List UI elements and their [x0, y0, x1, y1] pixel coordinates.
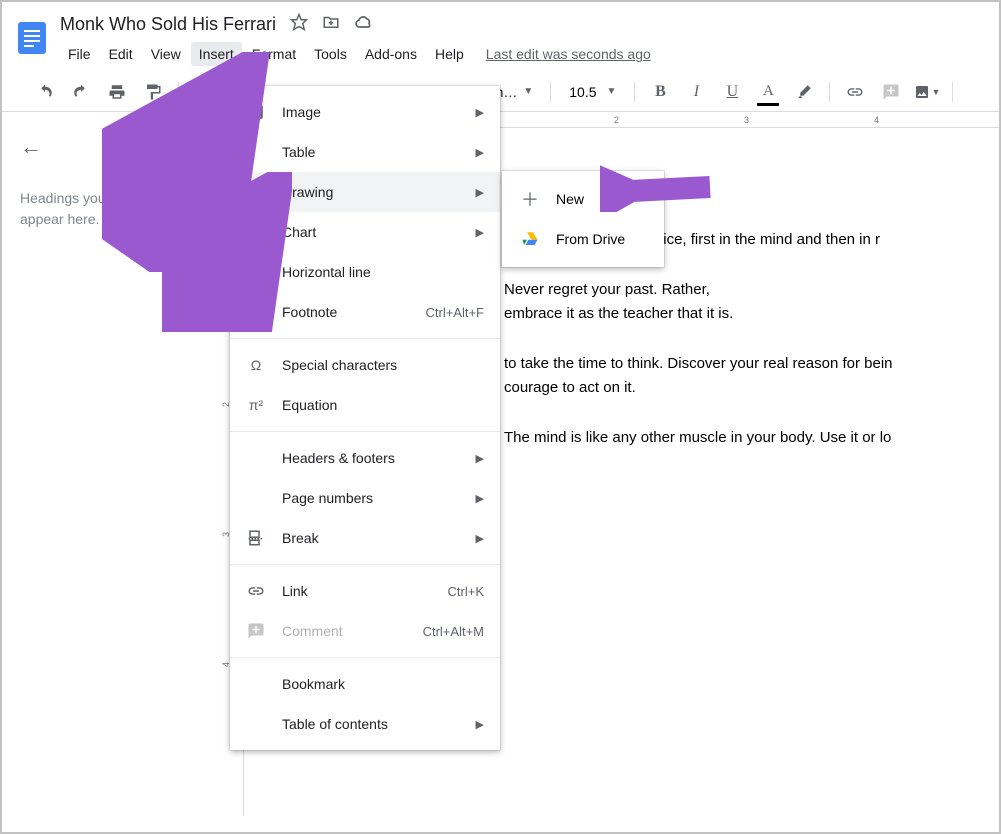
chevron-right-icon: ▶	[476, 106, 484, 119]
insert-equation-item[interactable]: π²Equation	[230, 385, 500, 425]
body-text: Never regret your past. Rather,	[504, 278, 999, 302]
font-size-selector[interactable]: 10.5▼	[563, 82, 622, 102]
chevron-right-icon: ▶	[476, 186, 484, 199]
menu-view[interactable]: View	[143, 42, 189, 66]
collapse-outline-icon[interactable]: ←	[20, 134, 204, 160]
italic-button[interactable]: I	[683, 79, 709, 105]
insert-comment-item: CommentCtrl+Alt+M	[230, 611, 500, 651]
menu-addons[interactable]: Add-ons	[357, 42, 425, 66]
body-text: The mind is like any other muscle in you…	[504, 426, 999, 450]
insert-table-item[interactable]: Table▶	[230, 132, 500, 172]
font-size-value: 10.5	[569, 84, 596, 100]
submenu-label: New	[556, 191, 584, 207]
outline-placeholder: Headings you add to thappear here.	[20, 188, 204, 230]
plus-icon: ＋	[520, 189, 540, 209]
insert-link-item[interactable]: LinkCtrl+K	[230, 571, 500, 611]
doc-title[interactable]: Monk Who Sold His Ferrari	[60, 14, 276, 35]
link-icon	[246, 581, 266, 601]
drawing-submenu: ＋ New From Drive	[502, 171, 664, 267]
body-text: embrace it as the teacher that it is.	[504, 302, 999, 326]
outline-sidebar: ← Headings you add to thappear here.	[2, 112, 222, 816]
insert-image-button[interactable]: ▼	[914, 79, 940, 105]
menu-tools[interactable]: Tools	[306, 42, 355, 66]
image-icon	[246, 102, 266, 122]
format-paint-button[interactable]	[140, 79, 166, 105]
chevron-right-icon: ▶	[476, 532, 484, 545]
print-button[interactable]	[104, 79, 130, 105]
menu-edit[interactable]: Edit	[101, 42, 141, 66]
underline-button[interactable]: U	[719, 79, 745, 105]
insert-special-item[interactable]: ΩSpecial characters	[230, 345, 500, 385]
insert-image-item[interactable]: Image▶	[230, 92, 500, 132]
highlight-button[interactable]	[791, 79, 817, 105]
body-text: to take the time to think. Discover your…	[504, 352, 999, 376]
cloud-status-icon[interactable]	[354, 12, 374, 37]
insert-toc-item[interactable]: Table of contents▶	[230, 704, 500, 744]
chevron-right-icon: ▶	[476, 718, 484, 731]
chevron-right-icon: ▶	[476, 452, 484, 465]
docs-logo[interactable]	[12, 10, 52, 66]
text-color-button[interactable]: A	[755, 79, 781, 105]
insert-link-button[interactable]	[842, 79, 868, 105]
break-icon	[246, 528, 266, 548]
insert-bookmark-item[interactable]: Bookmark	[230, 664, 500, 704]
menu-format[interactable]: Format	[244, 42, 304, 66]
pi-icon: π²	[246, 395, 266, 415]
drawing-new-item[interactable]: ＋ New	[502, 179, 664, 219]
body-text: courage to act on it.	[504, 376, 999, 400]
insert-drawing-item[interactable]: Drawing▶	[230, 172, 500, 212]
star-icon[interactable]	[290, 13, 308, 36]
toolbar: weath…▼ 10.5▼ B I U A ▼	[2, 72, 999, 112]
comment-icon	[246, 621, 266, 641]
app-header: Monk Who Sold His Ferrari File Edit View…	[2, 2, 999, 66]
insert-hline-item[interactable]: —Horizontal line	[230, 252, 500, 292]
insert-break-item[interactable]: Break▶	[230, 518, 500, 558]
insert-pagenum-item[interactable]: Page numbers▶	[230, 478, 500, 518]
bold-button[interactable]: B	[647, 79, 673, 105]
menubar: File Edit View Insert Format Tools Add-o…	[60, 42, 989, 66]
insert-footnote-item[interactable]: FootnoteCtrl+Alt+F	[230, 292, 500, 332]
add-comment-button[interactable]	[878, 79, 904, 105]
move-icon[interactable]	[322, 13, 340, 36]
insert-headers-item[interactable]: Headers & footers▶	[230, 438, 500, 478]
drawing-from-drive-item[interactable]: From Drive	[502, 219, 664, 259]
menu-insert[interactable]: Insert	[191, 42, 242, 66]
submenu-label: From Drive	[556, 231, 625, 247]
undo-button[interactable]	[32, 79, 58, 105]
drive-icon	[520, 229, 540, 249]
chevron-right-icon: ▶	[476, 492, 484, 505]
hline-icon: —	[246, 262, 266, 282]
omega-icon: Ω	[246, 355, 266, 375]
insert-dropdown: Image▶ Table▶ Drawing▶ Chart▶ —Horizonta…	[230, 86, 500, 750]
chevron-right-icon: ▶	[476, 146, 484, 159]
menu-help[interactable]: Help	[427, 42, 472, 66]
last-edit-link[interactable]: Last edit was seconds ago	[486, 46, 651, 62]
menu-file[interactable]: File	[60, 42, 99, 66]
chevron-right-icon: ▶	[476, 226, 484, 239]
redo-button[interactable]	[68, 79, 94, 105]
insert-chart-item[interactable]: Chart▶	[230, 212, 500, 252]
